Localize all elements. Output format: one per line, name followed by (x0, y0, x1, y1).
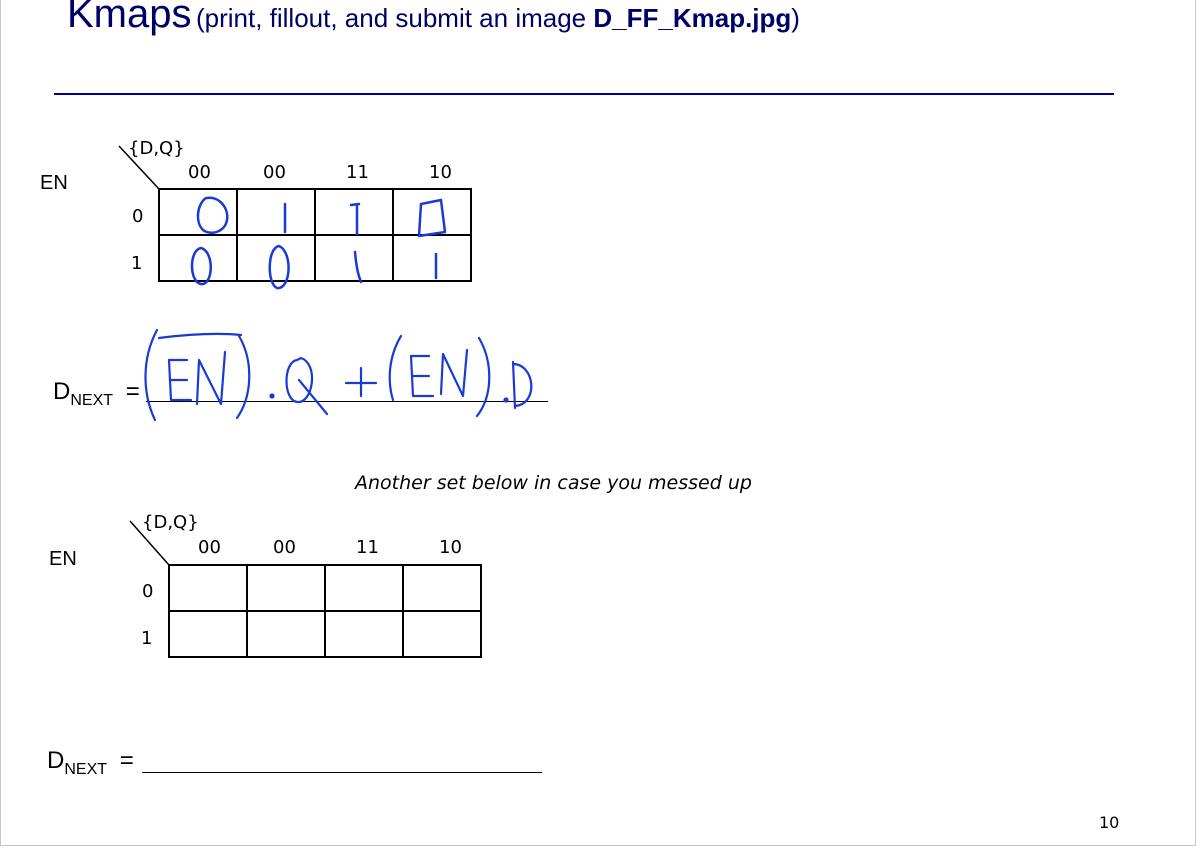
kmap2-corner-diagonal (129, 520, 170, 566)
ink-paren (144, 328, 159, 422)
kmap1-row-variable: EN (40, 172, 68, 194)
kmap2-cell[interactable] (402, 564, 482, 612)
kmap2-corner-label: {D,Q} (142, 512, 199, 533)
kmap1-cell[interactable] (392, 188, 472, 236)
kmap2-cell[interactable] (168, 564, 248, 612)
ink-n (439, 348, 469, 398)
kmap2-cell[interactable] (324, 610, 404, 658)
kmap1-col-header: 11 (346, 162, 369, 183)
kmap1-cell[interactable] (158, 234, 238, 282)
ink-paren (235, 334, 251, 420)
kmap2-row-header: 1 (141, 628, 153, 649)
kmap1-cell[interactable] (158, 188, 238, 236)
ink-n (195, 350, 227, 406)
slide: Kmaps (print, fillout, and submit an ima… (0, 0, 1196, 846)
kmap1-row-header: 0 (132, 206, 144, 227)
kmap1-cell[interactable] (314, 234, 394, 282)
title-main: Kmaps (67, 0, 192, 36)
kmap2-col-header: 10 (439, 537, 462, 558)
kmap1-row (158, 188, 472, 236)
kmap2-row-header: 0 (142, 581, 154, 602)
equation1-handwritten-answer (144, 328, 533, 422)
kmap2-cell[interactable] (324, 564, 404, 612)
backup-note: Another set below in case you messed up (355, 472, 752, 494)
equation1-subscript: NEXT (70, 392, 114, 409)
slide-title: Kmaps (print, fillout, and submit an ima… (67, 0, 800, 37)
kmap1-corner-label: {D,Q} (128, 138, 185, 159)
ink-e (409, 354, 435, 398)
equation1-equals: = (125, 378, 140, 405)
kmap2-col-header: 11 (356, 537, 379, 558)
kmap2-row-variable: EN (49, 548, 77, 570)
equation2-subscript: NEXT (64, 761, 108, 778)
equation1-d: D (53, 378, 71, 405)
kmap1-cell[interactable] (392, 234, 472, 282)
equation1-answer-line[interactable] (146, 401, 548, 402)
equation2-lhs: DNEXT = (47, 747, 134, 779)
equation2-equals: = (119, 747, 134, 774)
ink-overbar (157, 332, 243, 340)
kmap2-cell[interactable] (168, 610, 248, 658)
title-filename: D_FF_Kmap.jpg (593, 3, 792, 33)
title-paren-close: ) (791, 3, 800, 33)
kmap1-row (158, 234, 472, 282)
kmap1-grid (158, 188, 472, 282)
kmap2-col-header: 00 (198, 537, 221, 558)
ink-paren (388, 334, 403, 402)
kmap2-grid (168, 564, 482, 658)
equation2-d: D (47, 747, 65, 774)
kmap1-handwritten-entries (190, 196, 447, 290)
kmap1-col-header: 00 (188, 162, 211, 183)
kmap1-col-header: 10 (429, 162, 452, 183)
kmap2-cell[interactable] (402, 610, 482, 658)
ink-q (285, 356, 329, 416)
equation2-answer-line[interactable] (142, 772, 542, 773)
kmap1-cell[interactable] (236, 188, 316, 236)
ink-plus (344, 366, 378, 398)
kmap1-row-header: 1 (131, 253, 143, 274)
kmap1-cell[interactable] (236, 234, 316, 282)
kmap2-cell[interactable] (246, 610, 326, 658)
kmap1-corner-diagonal (118, 145, 160, 190)
kmap2-col-header: 00 (273, 537, 296, 558)
kmap2-row (168, 564, 482, 612)
title-rule (54, 93, 1114, 95)
page-number: 10 (1099, 813, 1120, 832)
kmap2-cell[interactable] (246, 564, 326, 612)
ink-paren (475, 336, 491, 418)
ink-dot (269, 393, 275, 399)
ink-e (167, 358, 193, 402)
kmap1-col-header: 00 (263, 162, 286, 183)
equation1-lhs: DNEXT = (53, 378, 140, 410)
kmap1-cell[interactable] (314, 188, 394, 236)
kmap2-row (168, 610, 482, 658)
title-paren-open: (print, fillout, and submit an image (195, 3, 594, 33)
